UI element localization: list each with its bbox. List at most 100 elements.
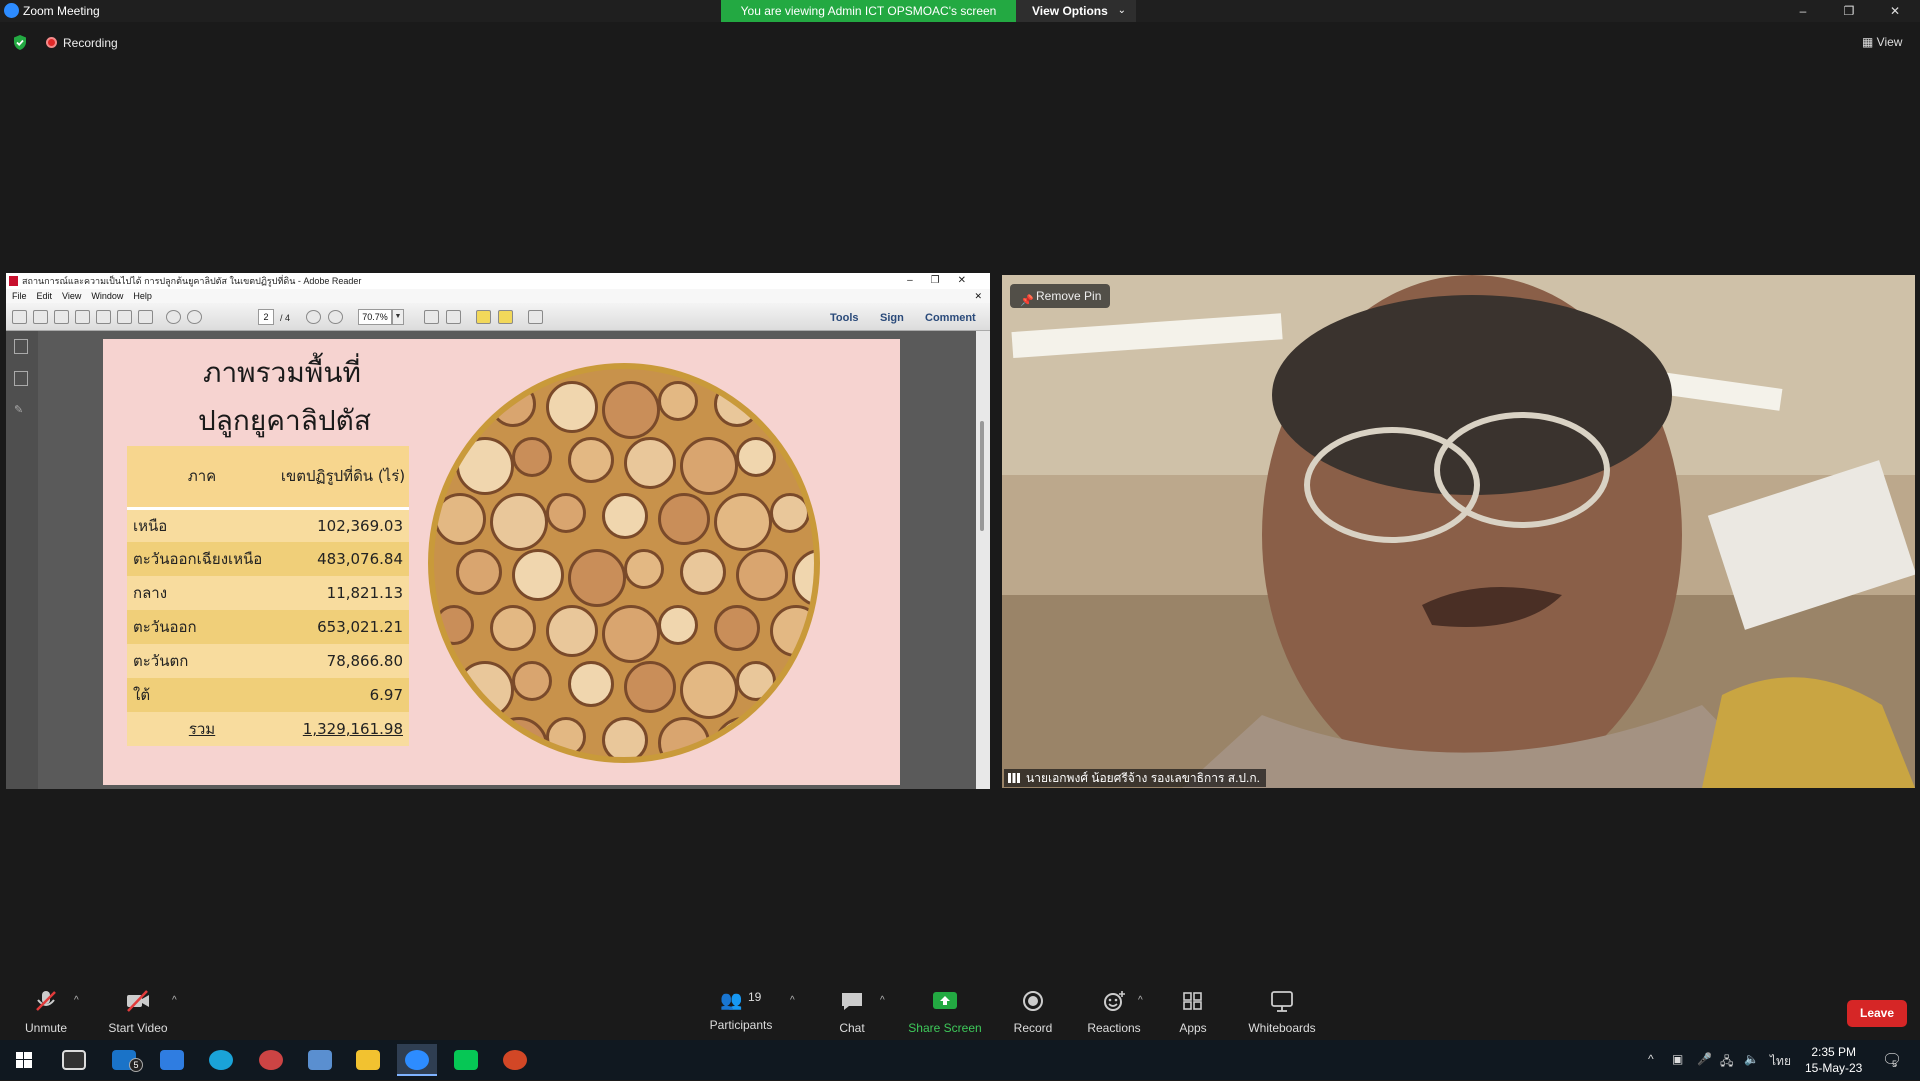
zoom-in-icon[interactable] — [328, 310, 343, 324]
log-end-decoration — [658, 717, 710, 757]
zoom-out-icon[interactable] — [306, 310, 321, 324]
participant-video[interactable] — [1002, 275, 1915, 788]
chat-chevron-icon[interactable]: ^ — [880, 995, 885, 1006]
chat-label: Chat — [839, 1021, 865, 1035]
zoom-taskbar-icon[interactable] — [397, 1044, 437, 1076]
reader-window-controls[interactable]: –❐✕ — [907, 273, 984, 289]
log-end-decoration — [434, 493, 486, 545]
reader-scrollbar[interactable] — [976, 331, 990, 789]
signature-icon[interactable]: ✎ — [14, 403, 28, 418]
edge-browser-icon[interactable] — [201, 1044, 241, 1076]
menu-file[interactable]: File — [12, 291, 27, 301]
comment-bubble-icon[interactable] — [476, 310, 491, 324]
recording-icon[interactable] — [46, 37, 57, 48]
log-end-decoration — [658, 605, 698, 645]
pdf-export-icon[interactable] — [33, 310, 48, 324]
whiteboards-button[interactable]: Whiteboards — [1246, 990, 1318, 1035]
cloud-icon[interactable] — [75, 310, 90, 324]
audio-options-chevron-icon[interactable]: ^ — [74, 995, 79, 1006]
page-down-icon[interactable] — [187, 310, 202, 324]
print-icon[interactable] — [117, 310, 132, 324]
page-thumbnails-icon[interactable] — [14, 339, 28, 354]
menu-window[interactable]: Window — [91, 291, 123, 301]
apps-button[interactable]: Apps — [1172, 990, 1214, 1035]
restore-button[interactable]: ❐ — [1826, 0, 1872, 22]
log-end-decoration — [770, 717, 810, 757]
participants-button[interactable]: 👥 19 Participants — [705, 990, 777, 1032]
table-cell-region: ตะวันออกเฉียงเหนือ — [127, 542, 278, 576]
video-options-chevron-icon[interactable]: ^ — [172, 995, 177, 1006]
minimize-button[interactable]: – — [1780, 0, 1826, 22]
reader-toolbar: 2 / 4 70.7% ▼ Tools Sign Comment — [6, 303, 990, 331]
share-screen-button[interactable]: Share Screen — [905, 990, 985, 1035]
notifications-icon[interactable]: 🗨 5 — [1882, 1050, 1902, 1070]
scrollbar-thumb[interactable] — [980, 421, 984, 531]
task-view-icon[interactable] — [54, 1044, 94, 1076]
calculator-icon[interactable] — [300, 1044, 340, 1076]
reactions-button[interactable]: Reactions — [1083, 990, 1145, 1035]
save-icon[interactable] — [96, 310, 111, 324]
remove-pin-button[interactable]: 📌 Remove Pin — [1010, 284, 1110, 308]
log-end-decoration — [434, 605, 474, 645]
participant-count: 19 — [748, 990, 762, 1004]
table-cell-value: 6.97 — [277, 678, 409, 712]
view-options-button[interactable]: View Options ⌄ — [1016, 0, 1136, 22]
reactions-chevron-icon[interactable]: ^ — [1138, 995, 1143, 1006]
recording-label[interactable]: Recording — [63, 36, 118, 50]
powerpoint-icon[interactable] — [495, 1044, 535, 1076]
menu-edit[interactable]: Edit — [37, 291, 53, 301]
participants-chevron-icon[interactable]: ^ — [790, 995, 795, 1006]
log-end-decoration — [714, 717, 772, 757]
snipping-tool-icon[interactable] — [251, 1044, 291, 1076]
reader-doc-close-icon[interactable]: ✕ — [974, 289, 982, 303]
menu-help[interactable]: Help — [133, 291, 152, 301]
taskbar-clock[interactable]: 2:35 PM 15-May-23 — [1805, 1044, 1862, 1076]
participants-icon: 👥 19 — [720, 990, 762, 1010]
highlight-icon[interactable] — [498, 310, 513, 324]
calendar-icon[interactable] — [152, 1044, 192, 1076]
windows-start-icon[interactable] — [4, 1044, 44, 1076]
language-indicator[interactable]: ไทย — [1770, 1052, 1791, 1071]
leave-button[interactable]: Leave — [1847, 1000, 1907, 1027]
menu-view[interactable]: View — [62, 291, 81, 301]
table-cell-value: 483,076.84 — [277, 542, 409, 576]
unmute-button[interactable]: Unmute — [18, 990, 74, 1035]
chat-button[interactable]: Chat — [830, 990, 874, 1035]
chevron-down-icon: ⌄ — [1117, 5, 1126, 16]
record-button[interactable]: Record — [1007, 990, 1059, 1035]
line-app-icon[interactable] — [446, 1044, 486, 1076]
security-shield-icon[interactable] — [12, 34, 28, 51]
log-end-decoration — [456, 549, 502, 595]
file-explorer-icon[interactable] — [348, 1044, 388, 1076]
fit-width-icon[interactable] — [424, 310, 439, 324]
tray-app-icon[interactable]: ▣ — [1672, 1052, 1683, 1066]
tray-chevron-icon[interactable]: ^ — [1648, 1052, 1654, 1066]
zoom-input[interactable]: 70.7% — [358, 309, 392, 325]
start-video-button[interactable]: Start Video — [106, 990, 170, 1035]
network-icon[interactable]: 🖧 — [1720, 1052, 1733, 1073]
fullscreen-icon[interactable] — [528, 310, 543, 324]
page-up-icon[interactable] — [166, 310, 181, 324]
zoom-dropdown-icon[interactable]: ▼ — [392, 309, 404, 325]
eucalyptus-area-table: ภาค เขตปฏิรูปที่ดิน (ไร่) เหนือ 102,369.0… — [127, 446, 409, 746]
sign-link[interactable]: Sign — [880, 312, 904, 324]
edit-icon[interactable] — [54, 310, 69, 324]
comment-link[interactable]: Comment — [925, 312, 976, 324]
microphone-tray-icon[interactable]: 🎤 — [1697, 1052, 1712, 1066]
email-icon[interactable] — [138, 310, 153, 324]
create-icon[interactable] — [12, 310, 27, 324]
fit-page-icon[interactable] — [446, 310, 461, 324]
mail-icon[interactable]: 5 — [104, 1044, 144, 1076]
pin-icon: 📌 — [1020, 295, 1034, 307]
log-end-decoration — [736, 437, 776, 477]
page-number-input[interactable]: 2 — [258, 309, 274, 325]
apps-label: Apps — [1179, 1021, 1207, 1035]
log-end-decoration — [602, 605, 660, 663]
log-end-decoration — [714, 605, 760, 651]
share-screen-label: Share Screen — [908, 1021, 982, 1035]
volume-icon[interactable]: 🔈 — [1744, 1052, 1759, 1066]
tools-link[interactable]: Tools — [830, 312, 859, 324]
close-button[interactable]: ✕ — [1872, 0, 1918, 22]
bookmarks-icon[interactable] — [14, 371, 28, 386]
view-button[interactable]: ▦ View — [1862, 35, 1902, 49]
